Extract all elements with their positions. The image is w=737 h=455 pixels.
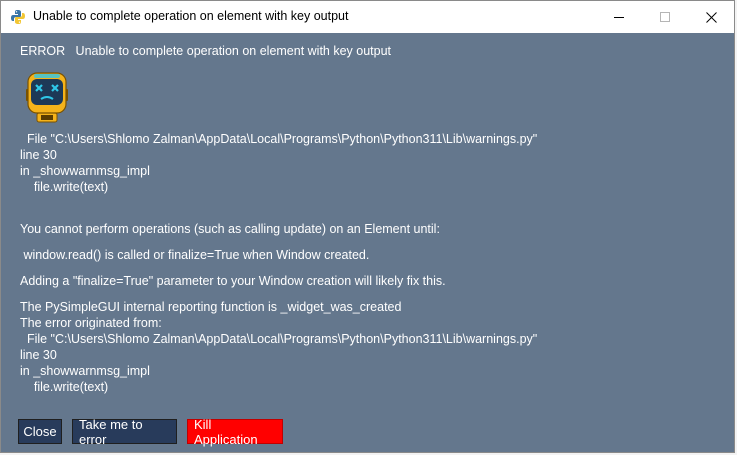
close-button[interactable]: Close <box>18 419 62 444</box>
trace-code: file.write(text) <box>20 180 109 194</box>
close-window-button[interactable] <box>688 1 734 33</box>
python-icon <box>11 10 25 24</box>
close-icon <box>705 11 717 23</box>
trace-function: in _showwarnmsg_impl <box>20 164 150 178</box>
error-message-3: Adding a "finalize=True" parameter to yo… <box>20 274 446 288</box>
dead-robot-icon <box>26 72 68 123</box>
error-message-1: You cannot perform operations (such as c… <box>20 222 440 236</box>
maximize-icon <box>659 11 670 22</box>
originated-text: The error originated from: <box>20 316 162 330</box>
maximize-button[interactable] <box>642 1 688 33</box>
error-dialog: Unable to complete operation on element … <box>0 0 735 453</box>
error-heading: ERROR Unable to complete operation on el… <box>20 44 392 58</box>
error-message-2: window.read() is called or finalize=True… <box>20 248 370 262</box>
trace-file-line: File "C:\Users\Shlomo Zalman\AppData\Loc… <box>20 332 538 346</box>
minimize-button[interactable] <box>596 1 642 33</box>
reporting-function-text: The PySimpleGUI internal reporting funct… <box>20 300 402 314</box>
trace-code: file.write(text) <box>20 380 109 394</box>
error-content: ERROR Unable to complete operation on el… <box>1 33 734 452</box>
trace-file-line: File "C:\Users\Shlomo Zalman\AppData\Loc… <box>20 132 538 146</box>
trace-line-number: line 30 <box>20 148 57 162</box>
window-title: Unable to complete operation on element … <box>33 9 349 23</box>
title-bar[interactable]: Unable to complete operation on element … <box>1 1 734 33</box>
take-me-to-error-button[interactable]: Take me to error <box>72 417 177 447</box>
trace-function: in _showwarnmsg_impl <box>20 364 150 378</box>
minimize-icon <box>613 16 624 18</box>
trace-line-number: line 30 <box>20 348 57 362</box>
kill-application-button[interactable]: Kill Application <box>187 417 283 447</box>
